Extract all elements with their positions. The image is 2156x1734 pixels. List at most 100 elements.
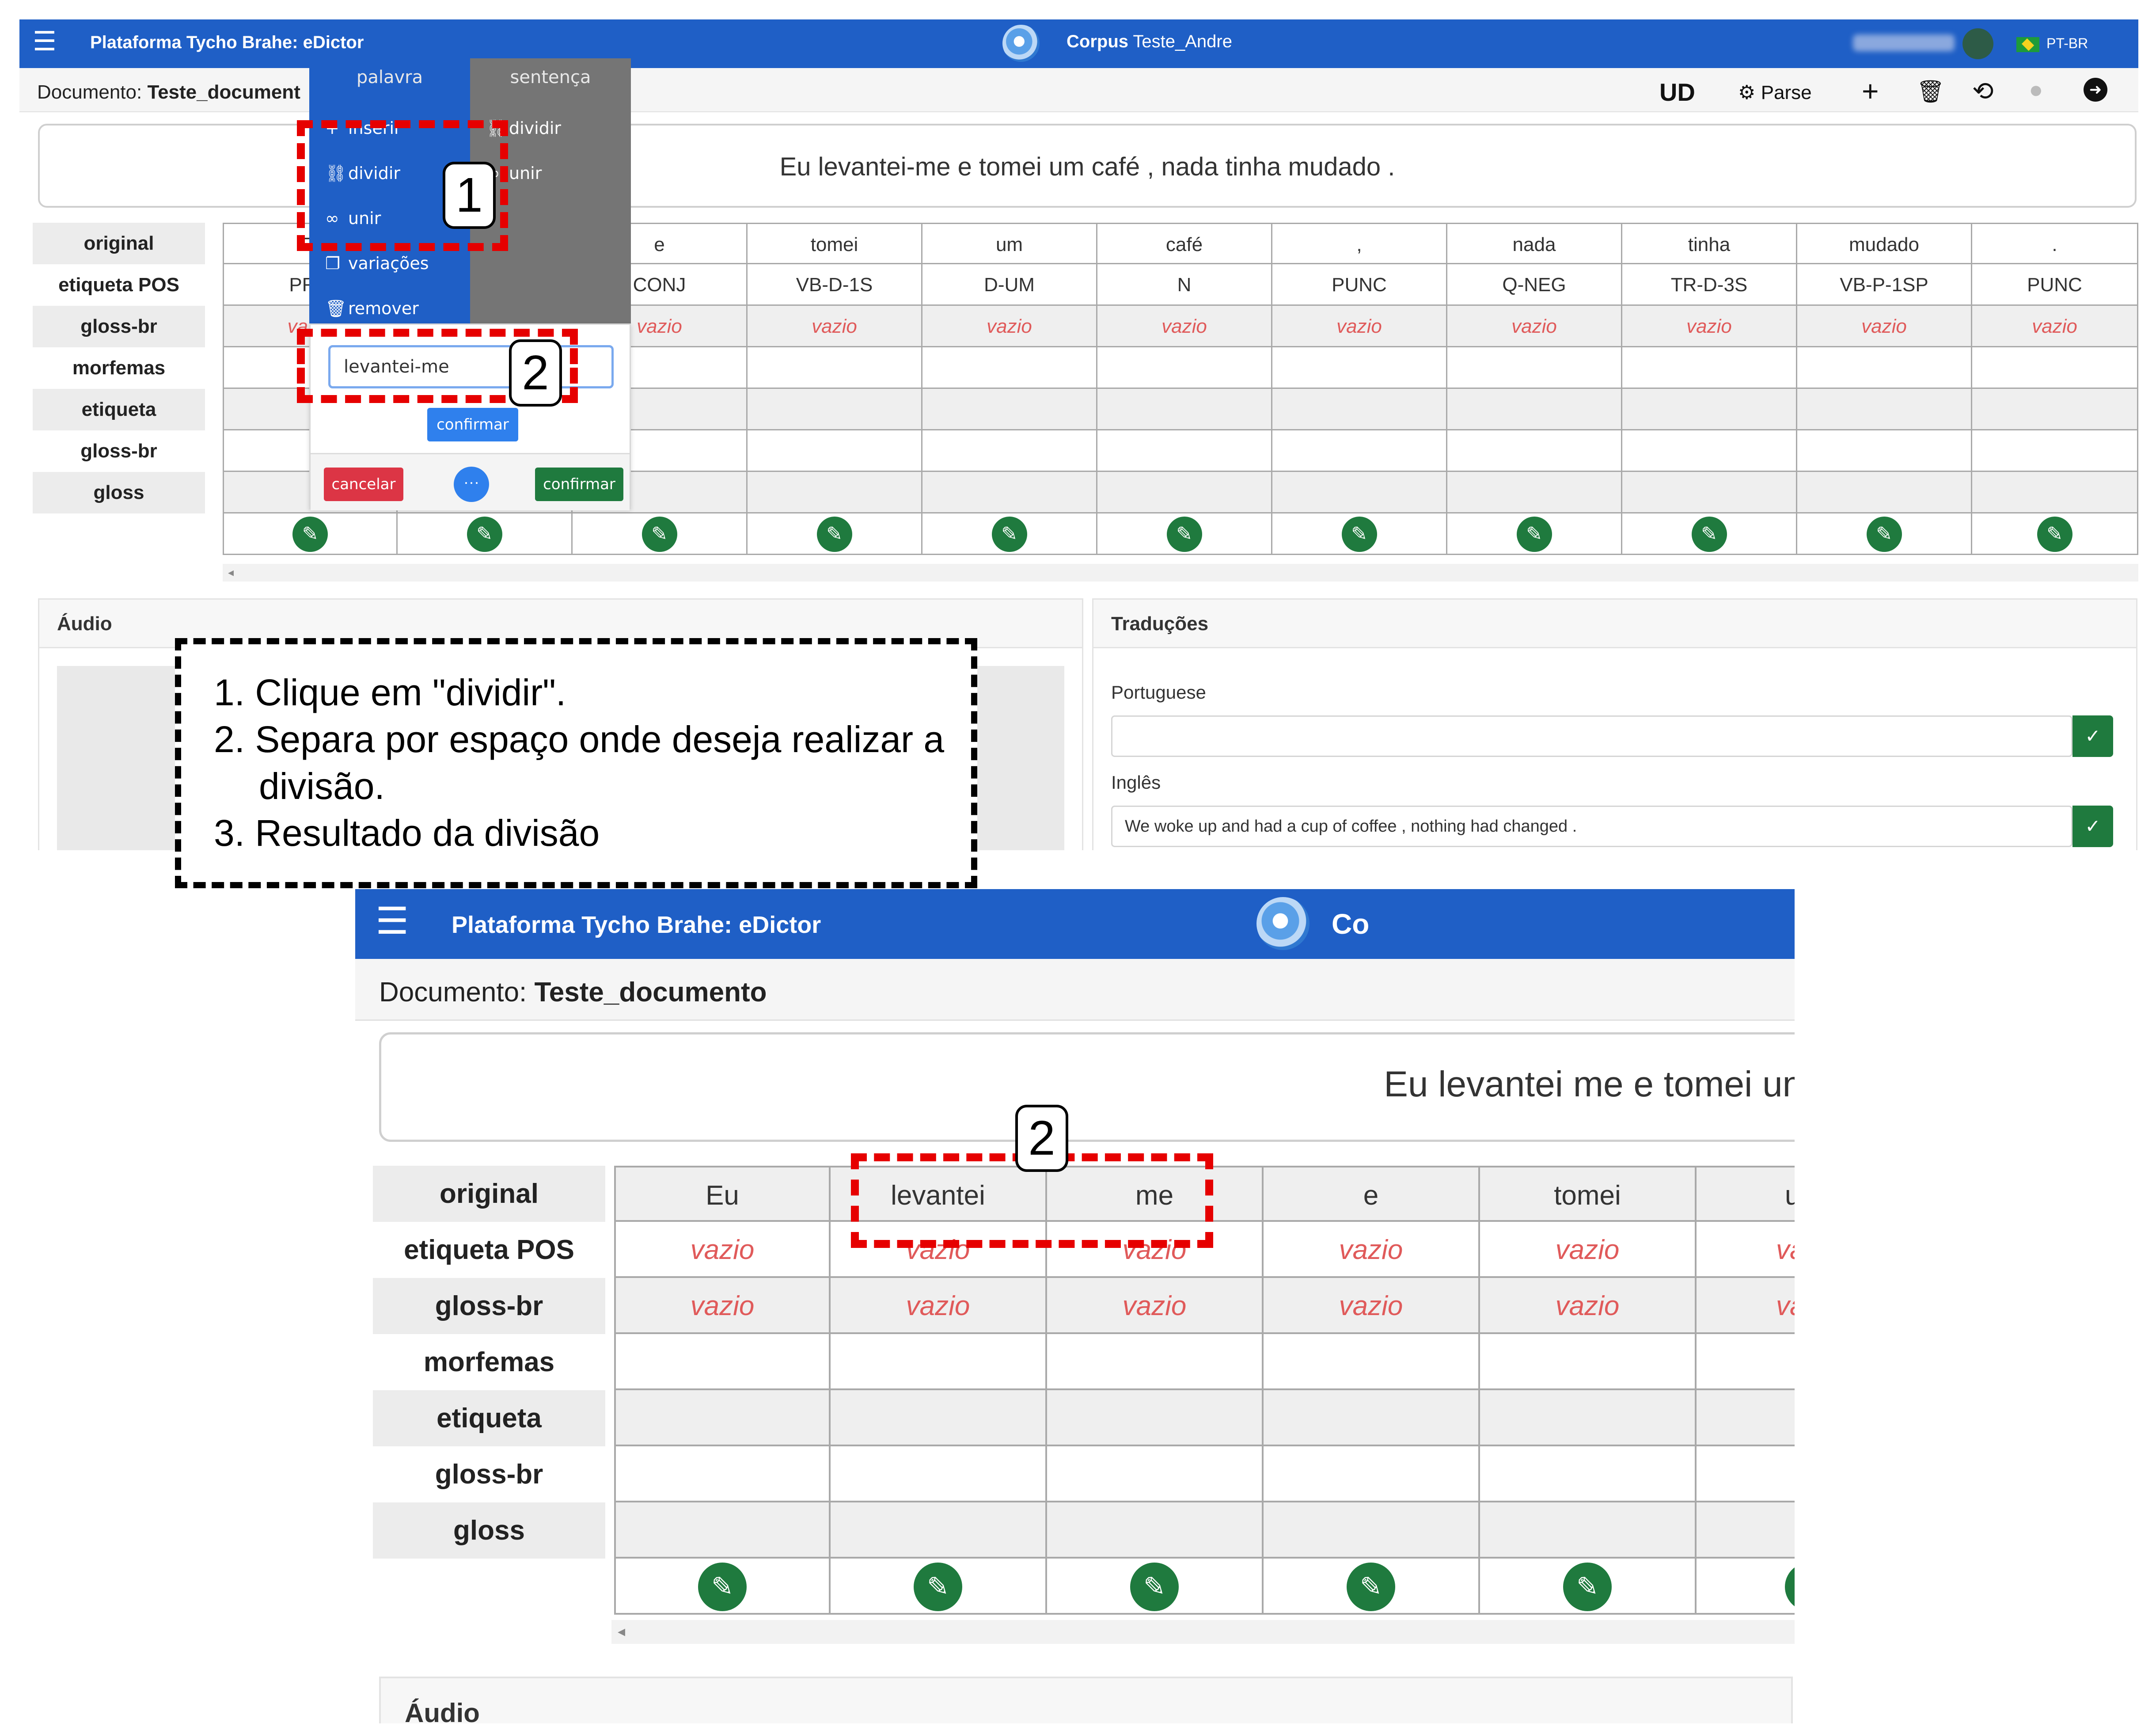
pencil-icon[interactable]: ✎ xyxy=(2037,517,2072,552)
empty-cell[interactable] xyxy=(1797,347,1972,389)
gloss-cell[interactable]: vazio xyxy=(1480,1278,1697,1334)
gloss-cell[interactable]: vazio xyxy=(1272,306,1447,347)
empty-cell[interactable] xyxy=(1264,1446,1480,1502)
confirm-button[interactable]: confirmar xyxy=(535,468,623,501)
empty-cell[interactable] xyxy=(831,1390,1047,1446)
pos-cell[interactable]: PUNC xyxy=(1272,264,1447,306)
gloss-cell[interactable]: vazio xyxy=(831,1278,1047,1334)
confirm-english-check-icon[interactable]: ✓ xyxy=(2072,806,2113,847)
empty-cell[interactable] xyxy=(1272,430,1447,472)
empty-cell[interactable] xyxy=(831,1446,1047,1502)
empty-cell[interactable] xyxy=(1697,1334,1795,1390)
word-cell[interactable]: u xyxy=(1697,1166,1795,1222)
empty-cell[interactable] xyxy=(922,389,1097,430)
empty-cell[interactable] xyxy=(1622,430,1797,472)
empty-cell[interactable] xyxy=(1797,389,1972,430)
word-cell[interactable]: e xyxy=(1264,1166,1480,1222)
empty-cell[interactable] xyxy=(1097,347,1272,389)
pencil-icon[interactable]: ✎ xyxy=(1516,517,1552,552)
empty-cell[interactable] xyxy=(1264,1502,1480,1559)
empty-cell[interactable] xyxy=(614,1502,831,1559)
horizontal-scrollbar[interactable]: ◂ xyxy=(611,1620,1795,1644)
empty-cell[interactable] xyxy=(1264,1390,1480,1446)
gloss-cell[interactable]: vazio xyxy=(1097,306,1272,347)
empty-cell[interactable] xyxy=(1972,347,2138,389)
pencil-icon[interactable]: ✎ xyxy=(1347,1563,1395,1611)
empty-cell[interactable] xyxy=(748,472,922,513)
undo-icon[interactable]: ⟲ xyxy=(1972,76,1994,106)
english-translation-input[interactable]: We woke up and had a cup of coffee , not… xyxy=(1111,806,2072,847)
horizontal-scrollbar[interactable]: ◂ xyxy=(223,564,2138,582)
confirm-portuguese-check-icon[interactable]: ✓ xyxy=(2072,715,2113,757)
empty-cell[interactable] xyxy=(1447,347,1622,389)
empty-cell[interactable] xyxy=(1972,472,2138,513)
empty-cell[interactable] xyxy=(1480,1334,1697,1390)
pencil-icon[interactable]: ✎ xyxy=(914,1563,962,1611)
empty-cell[interactable] xyxy=(1097,430,1272,472)
empty-cell[interactable] xyxy=(1972,389,2138,430)
pos-cell[interactable]: vazio xyxy=(614,1222,831,1278)
empty-cell[interactable] xyxy=(1272,347,1447,389)
empty-cell[interactable] xyxy=(1697,1502,1795,1559)
gloss-cell[interactable]: vazio xyxy=(922,306,1097,347)
empty-cell[interactable] xyxy=(614,1446,831,1502)
pencil-icon[interactable]: ✎ xyxy=(1785,1563,1795,1611)
gloss-cell[interactable]: va xyxy=(1697,1278,1795,1334)
empty-cell[interactable] xyxy=(922,430,1097,472)
hamburger-menu-icon[interactable]: ☰ xyxy=(33,28,57,55)
pos-cell[interactable]: vazio xyxy=(1480,1222,1697,1278)
pencil-icon[interactable]: ✎ xyxy=(1866,517,1902,552)
pencil-icon[interactable]: ✎ xyxy=(1563,1563,1612,1611)
pencil-icon[interactable]: ✎ xyxy=(1166,517,1202,552)
pencil-icon[interactable]: ✎ xyxy=(467,517,502,552)
empty-cell[interactable] xyxy=(1447,430,1622,472)
word-cell[interactable]: tomei xyxy=(1480,1166,1697,1222)
gloss-cell[interactable]: vazio xyxy=(1622,306,1797,347)
gloss-cell[interactable]: vazio xyxy=(614,1278,831,1334)
pencil-icon[interactable]: ✎ xyxy=(1691,517,1727,552)
word-cell[interactable]: , xyxy=(1272,223,1447,264)
empty-cell[interactable] xyxy=(748,347,922,389)
empty-cell[interactable] xyxy=(831,1502,1047,1559)
pos-cell[interactable]: N xyxy=(1097,264,1272,306)
empty-cell[interactable] xyxy=(1697,1446,1795,1502)
hamburger-menu-icon[interactable]: ☰ xyxy=(376,902,409,939)
empty-cell[interactable] xyxy=(614,1390,831,1446)
pos-cell[interactable]: Q-NEG xyxy=(1447,264,1622,306)
word-cell[interactable]: . xyxy=(1972,223,2138,264)
empty-cell[interactable] xyxy=(1972,430,2138,472)
empty-cell[interactable] xyxy=(1797,472,1972,513)
empty-cell[interactable] xyxy=(1480,1446,1697,1502)
word-cell[interactable]: um xyxy=(922,223,1097,264)
ud-button[interactable]: UD xyxy=(1659,78,1695,106)
empty-cell[interactable] xyxy=(1447,472,1622,513)
empty-cell[interactable] xyxy=(1097,472,1272,513)
add-icon[interactable]: + xyxy=(1862,74,1879,108)
parse-button[interactable]: ⚙ Parse xyxy=(1738,81,1812,104)
gloss-cell[interactable]: vazio xyxy=(1047,1278,1264,1334)
previous-icon[interactable]: ● xyxy=(2029,76,2043,103)
pencil-icon[interactable]: ✎ xyxy=(641,517,677,552)
gloss-cell[interactable]: vazio xyxy=(1972,306,2138,347)
confirm-split-button[interactable]: confirmar xyxy=(427,408,518,441)
empty-cell[interactable] xyxy=(1272,389,1447,430)
portuguese-translation-input[interactable] xyxy=(1111,715,2072,757)
more-options-icon[interactable]: ··· xyxy=(454,467,489,502)
gloss-cell[interactable]: vazio xyxy=(1264,1278,1480,1334)
scroll-left-icon[interactable]: ◂ xyxy=(228,566,234,579)
pencil-icon[interactable]: ✎ xyxy=(991,517,1027,552)
word-cell[interactable]: tomei xyxy=(748,223,922,264)
word-cell[interactable]: Eu xyxy=(614,1166,831,1222)
empty-cell[interactable] xyxy=(831,1334,1047,1390)
pencil-icon[interactable]: ✎ xyxy=(816,517,852,552)
empty-cell[interactable] xyxy=(1480,1390,1697,1446)
pos-cell[interactable]: VB-D-1S xyxy=(748,264,922,306)
pos-cell[interactable]: VB-P-1SP xyxy=(1797,264,1972,306)
pencil-icon[interactable]: ✎ xyxy=(698,1563,747,1611)
pencil-icon[interactable]: ✎ xyxy=(292,517,328,552)
empty-cell[interactable] xyxy=(1097,389,1272,430)
pos-cell[interactable]: TR-D-3S xyxy=(1622,264,1797,306)
language-label[interactable]: PT-BR xyxy=(2046,35,2088,52)
empty-cell[interactable] xyxy=(1480,1502,1697,1559)
empty-cell[interactable] xyxy=(748,389,922,430)
